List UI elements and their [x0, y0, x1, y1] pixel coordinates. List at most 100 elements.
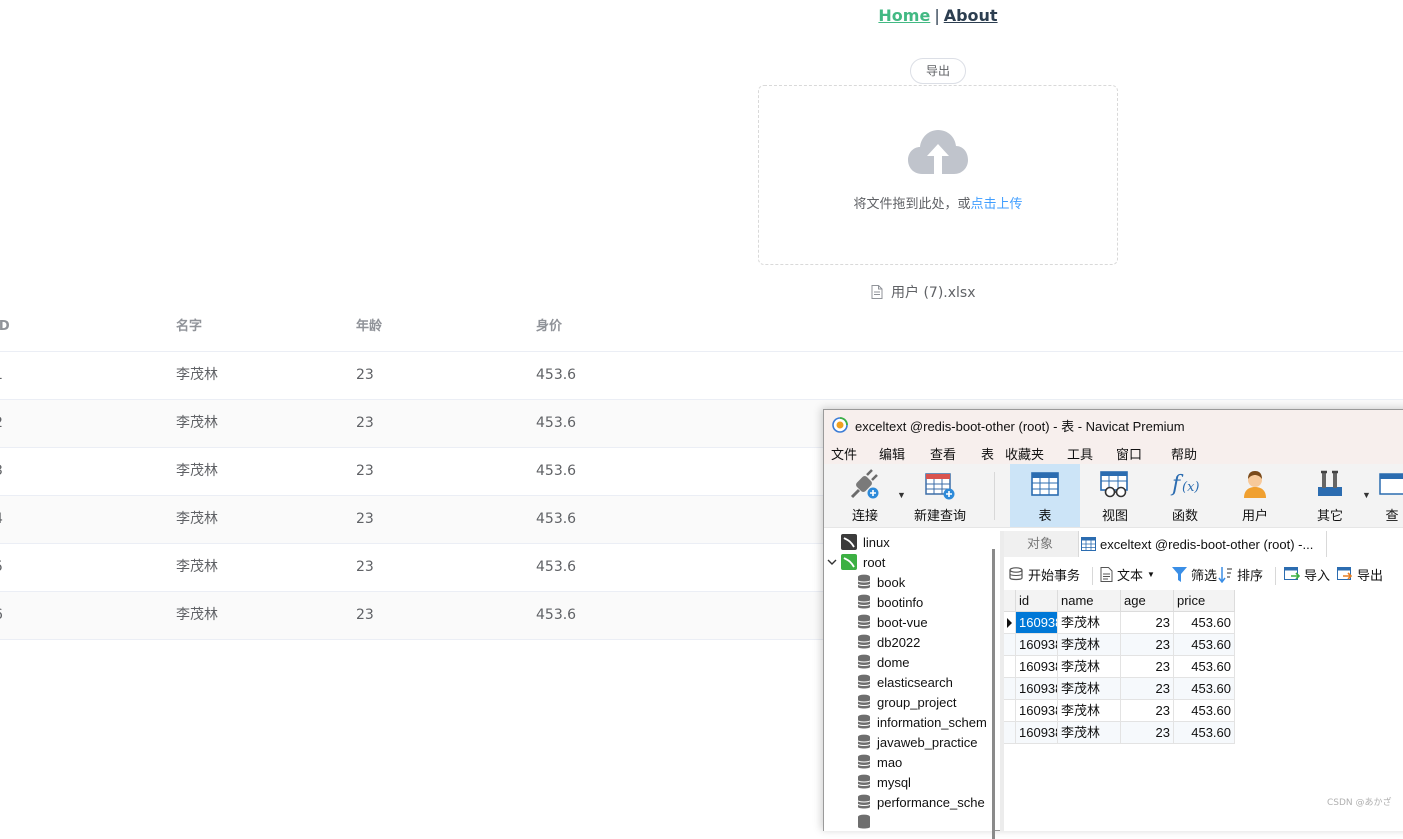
database-label: dome [877, 654, 910, 670]
tree-connection-linux[interactable]: linux [841, 532, 890, 552]
view-button[interactable]: 视图 [1080, 464, 1150, 527]
column-header-id[interactable]: id [1016, 590, 1058, 612]
menu-view[interactable]: 查看 [930, 444, 956, 463]
grid-cell-id[interactable]: 160938 [1016, 634, 1058, 656]
import-label: 导入 [1304, 568, 1331, 583]
row-indicator[interactable] [1004, 634, 1016, 656]
tab-bar-empty [1326, 531, 1403, 557]
table-row[interactable]: 160938 李茂林 23 453.60 [1004, 722, 1235, 744]
tree-database-item[interactable]: group_project [857, 692, 957, 712]
tree-database-item[interactable]: mysql [857, 772, 911, 792]
row-indicator[interactable] [1004, 678, 1016, 700]
grid-cell-name[interactable]: 李茂林 [1058, 634, 1121, 656]
tree-database-item[interactable]: boot-vue [857, 612, 928, 632]
query-button[interactable]: 查 [1372, 464, 1403, 527]
text-button[interactable]: 文本 ▼ [1100, 565, 1155, 584]
user-button[interactable]: 用户 [1220, 464, 1290, 527]
grid-cell-price[interactable]: 453.60 [1174, 700, 1235, 722]
tree-database-item[interactable]: bootinfo [857, 592, 923, 612]
menu-file[interactable]: 文件 [831, 444, 857, 463]
menu-help[interactable]: 帮助 [1171, 444, 1197, 463]
tree-database-item[interactable]: dome [857, 652, 910, 672]
cell-price: 453.6 [536, 559, 577, 575]
tree-database-item[interactable]: db2022 [857, 632, 920, 652]
table-button[interactable]: 表 [1010, 464, 1080, 527]
sort-button[interactable]: 排序 [1218, 565, 1263, 584]
menu-edit[interactable]: 编辑 [879, 444, 905, 463]
column-header-age[interactable]: age [1121, 590, 1174, 612]
grid-cell-price[interactable]: 453.60 [1174, 634, 1235, 656]
tree-database-item[interactable]: information_schem [857, 712, 987, 732]
user-table-header: ID 名字 年龄 身价 [0, 303, 1403, 352]
grid-cell-name[interactable]: 李茂林 [1058, 656, 1121, 678]
tree-database-item[interactable]: book [857, 572, 905, 592]
grid-cell-age[interactable]: 23 [1121, 700, 1174, 722]
grid-cell-id[interactable]: 160938 [1016, 700, 1058, 722]
grid-cell-name[interactable]: 李茂林 [1058, 612, 1121, 634]
grid-cell-age[interactable]: 23 [1121, 722, 1174, 744]
upload-dropzone[interactable]: 将文件拖到此处，或点击上传 [758, 85, 1118, 265]
grid-cell-id[interactable]: 160938 [1016, 656, 1058, 678]
row-indicator[interactable] [1004, 656, 1016, 678]
export-data-button[interactable]: 导出 [1337, 565, 1383, 584]
table-row[interactable]: 160938 李茂林 23 453.60 [1004, 634, 1235, 656]
column-header-name[interactable]: name [1058, 590, 1121, 612]
grid-cell-age[interactable]: 23 [1121, 678, 1174, 700]
grid-cell-id[interactable]: 160938 [1016, 678, 1058, 700]
upload-click-link[interactable]: 点击上传 [971, 197, 1023, 212]
row-indicator[interactable] [1004, 722, 1016, 744]
row-indicator[interactable] [1004, 612, 1016, 634]
menu-tools[interactable]: 工具 [1067, 444, 1093, 463]
import-button[interactable]: 导入 [1284, 565, 1330, 584]
table-row[interactable]: 160938 李茂林 23 453.60 [1004, 656, 1235, 678]
nav-home-link[interactable]: Home [878, 6, 930, 25]
tree-database-item[interactable]: performance_sche [857, 792, 985, 812]
grid-cell-price[interactable]: 453.60 [1174, 612, 1235, 634]
table-row[interactable]: 160938 李茂林 23 453.60 [1004, 678, 1235, 700]
nav-about-link[interactable]: About [944, 6, 998, 25]
grid-cell-id[interactable]: 160938 [1016, 612, 1058, 634]
grid-cell-name[interactable]: 李茂林 [1058, 700, 1121, 722]
export-button[interactable]: 导出 [910, 58, 966, 84]
uploaded-file-item[interactable]: 用户 (7).xlsx [871, 282, 976, 302]
row-indicator[interactable] [1004, 700, 1016, 722]
text-dropdown-icon[interactable]: ▼ [1147, 570, 1155, 579]
database-icon [858, 814, 870, 829]
grid-cell-name[interactable]: 李茂林 [1058, 722, 1121, 744]
grid-cell-name[interactable]: 李茂林 [1058, 678, 1121, 700]
navicat-titlebar[interactable]: exceltext @redis-boot-other (root) - 表 -… [824, 410, 1403, 440]
grid-cell-age[interactable]: 23 [1121, 656, 1174, 678]
column-header-price[interactable]: price [1174, 590, 1235, 612]
grid-cell-id[interactable]: 160938 [1016, 722, 1058, 744]
other-dropdown-icon[interactable]: ▼ [1362, 490, 1371, 500]
grid-cell-age[interactable]: 23 [1121, 634, 1174, 656]
tab-objects[interactable]: 对象 [1004, 531, 1076, 557]
table-row[interactable]: 160938 李茂林 23 453.60 [1004, 612, 1235, 634]
function-button[interactable]: f (x) 函数 [1150, 464, 1220, 527]
menu-favorites[interactable]: 收藏夹 [1005, 444, 1044, 463]
tree-database-item[interactable]: elasticsearch [857, 672, 953, 692]
plug-icon [850, 469, 879, 499]
connect-button[interactable]: 连接 [830, 464, 900, 527]
grid-cell-price[interactable]: 453.60 [1174, 678, 1235, 700]
table-row[interactable]: 160938 李茂林 23 453.60 [1004, 700, 1235, 722]
grid-cell-age[interactable]: 23 [1121, 612, 1174, 634]
other-button[interactable]: 其它 [1295, 464, 1365, 527]
tree-database-item[interactable]: mao [857, 752, 902, 772]
tree-database-item[interactable]: javaweb_practice [857, 732, 977, 752]
menu-window[interactable]: 窗口 [1116, 444, 1142, 463]
grid-cell-price[interactable]: 453.60 [1174, 656, 1235, 678]
database-label: mao [877, 754, 903, 770]
tree-scrollbar[interactable] [992, 549, 995, 839]
tree-connection-root[interactable]: root [827, 552, 885, 572]
filter-button[interactable]: 筛选 [1172, 565, 1217, 584]
menu-table[interactable]: 表 [981, 444, 994, 463]
cell-name: 李茂林 [176, 607, 218, 623]
new-query-label: 新建查询 [913, 508, 966, 523]
grid-cell-price[interactable]: 453.60 [1174, 722, 1235, 744]
filter-icon [1172, 567, 1187, 582]
begin-transaction-button[interactable]: 开始事务 [1009, 565, 1080, 584]
tab-exceltext-table[interactable]: exceltext @redis-boot-other (root) -... [1078, 531, 1328, 557]
database-icon [857, 794, 871, 809]
new-query-button[interactable]: 新建查询 [905, 464, 975, 527]
